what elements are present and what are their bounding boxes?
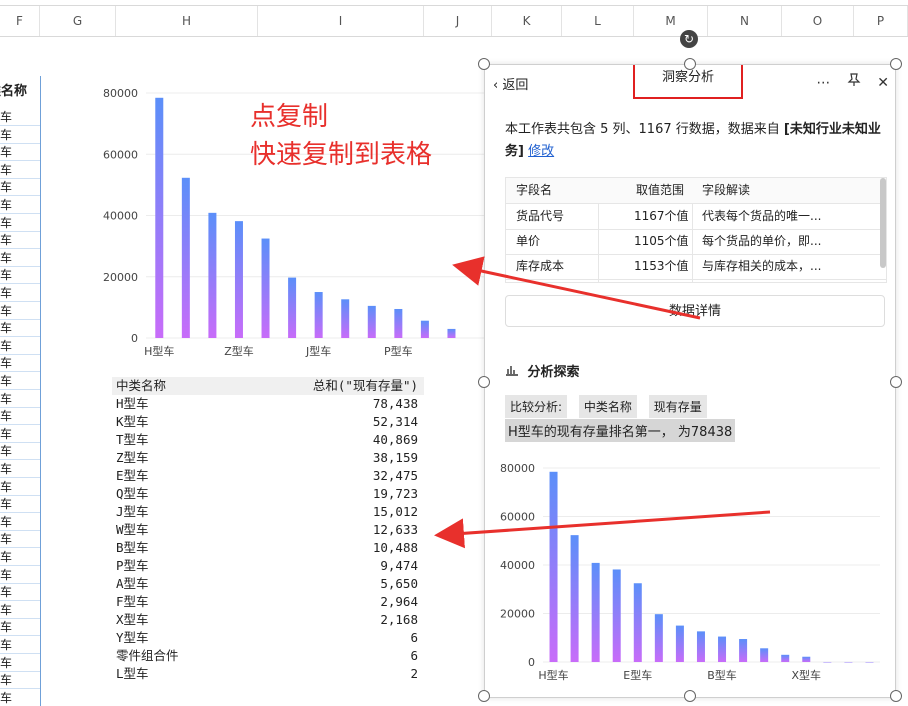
arrow-to-chart <box>452 256 701 320</box>
annotation-arrows <box>434 256 771 549</box>
arrow-to-table <box>434 510 771 549</box>
